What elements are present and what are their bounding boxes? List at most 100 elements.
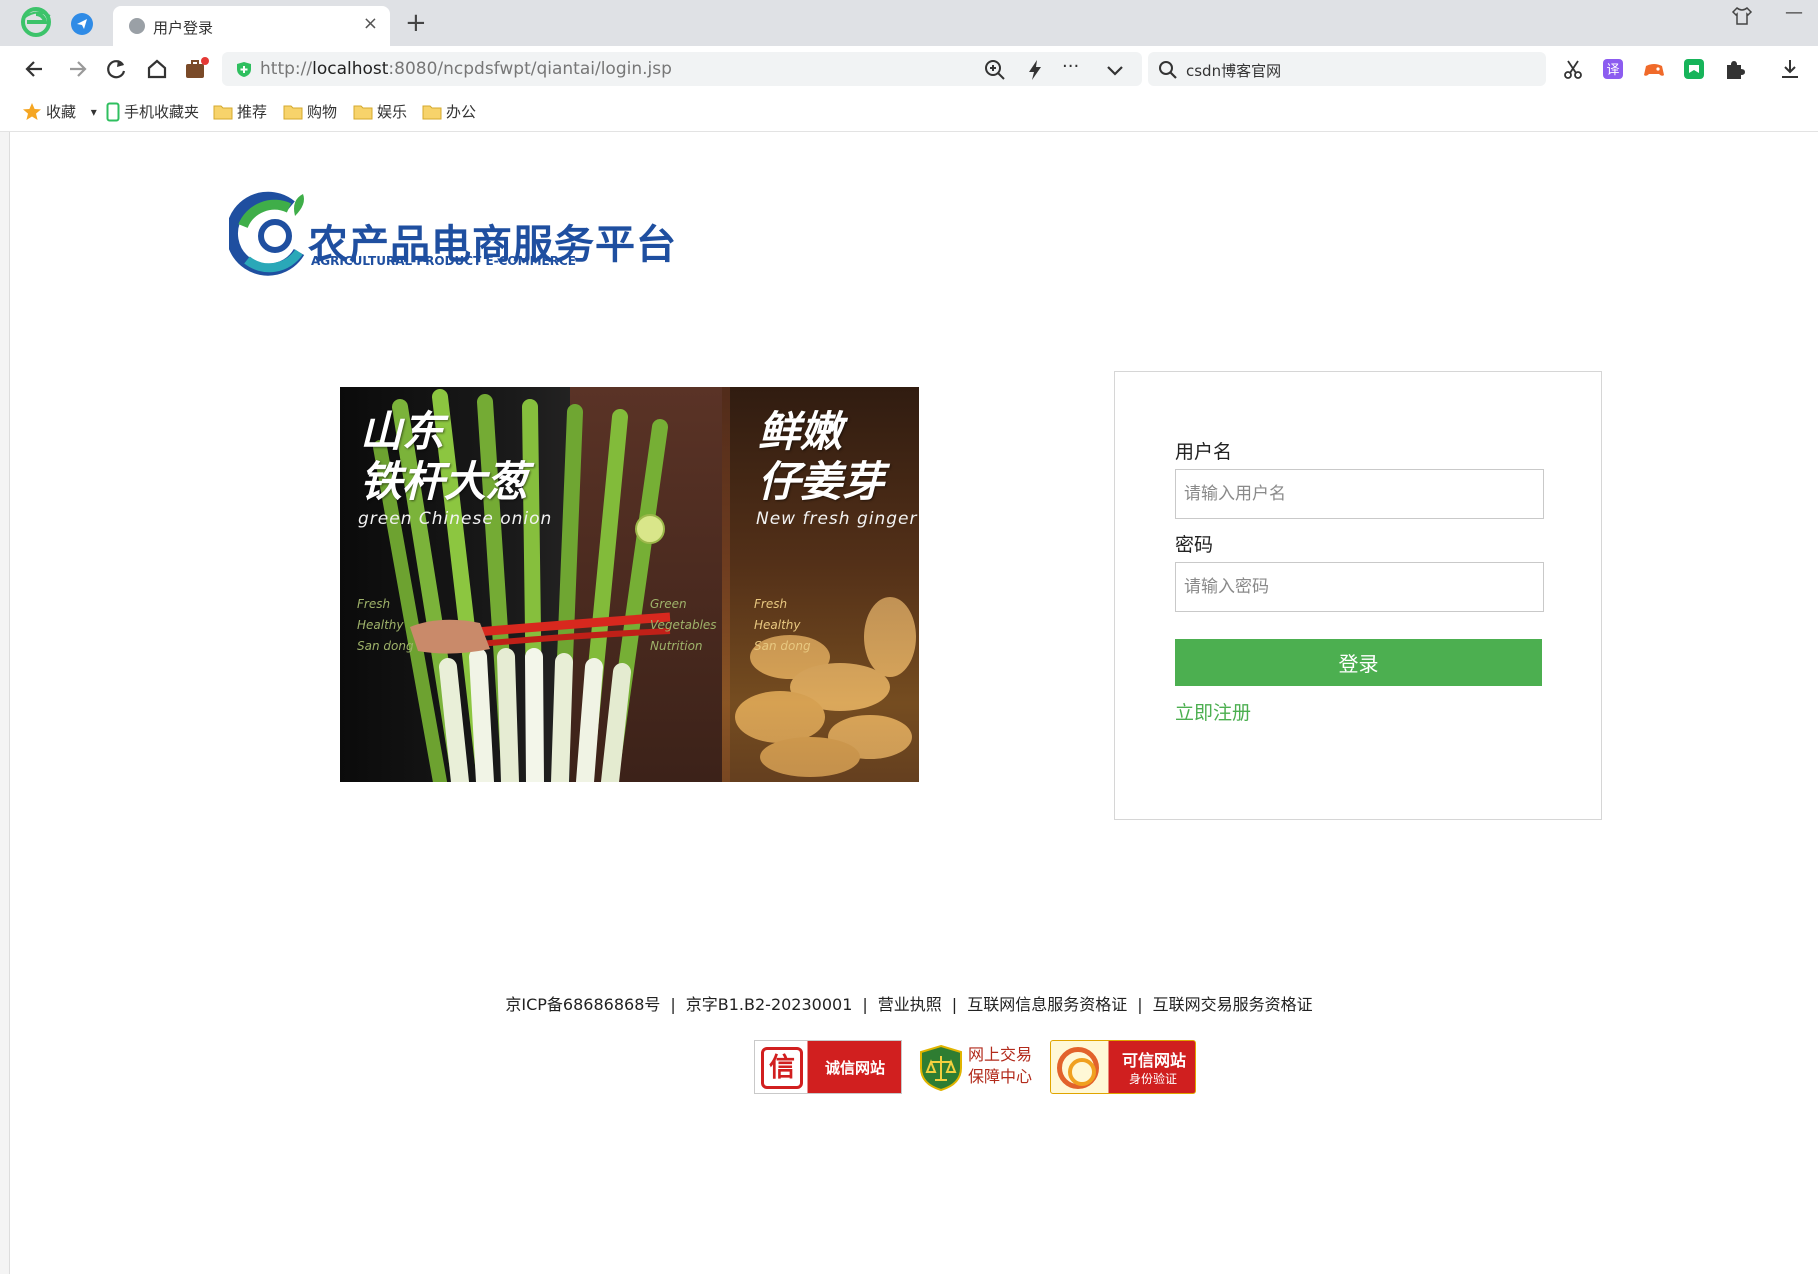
login-button[interactable]: 登录 <box>1175 639 1542 686</box>
url-text[interactable]: http://localhost:8080/ncpdsfwpt/qiantai/… <box>260 59 672 79</box>
bookmark-mobile[interactable]: 手机收藏夹 <box>106 101 199 123</box>
bookmark-recommend[interactable]: 推荐 <box>213 101 267 123</box>
send-icon[interactable] <box>71 13 93 35</box>
bookmark-favorites[interactable]: 收藏 ▾ <box>22 101 97 123</box>
bookmark-shopping[interactable]: 购物 <box>283 101 337 123</box>
footer-separator: | <box>862 995 868 1014</box>
url-host: localhost <box>312 59 389 79</box>
home-icon[interactable] <box>144 56 170 82</box>
folder-icon <box>283 105 303 119</box>
badge-line-1: 网上交易 <box>968 1045 1033 1064</box>
close-icon[interactable]: × <box>363 14 378 34</box>
footer-separator: | <box>1137 995 1143 1014</box>
security-shield-icon <box>237 62 251 77</box>
forward-arrow-icon[interactable] <box>64 56 90 82</box>
browser-toolbar: http://localhost:8080/ncpdsfwpt/qiantai/… <box>0 46 1818 92</box>
bookmark-label: 手机收藏夹 <box>124 103 200 121</box>
product-banner-image: 山东 铁杆大葱 green Chinese onion Fresh Health… <box>340 387 919 782</box>
download-icon[interactable] <box>1779 58 1801 80</box>
translate-icon[interactable]: 译 <box>1602 58 1624 80</box>
password-input[interactable] <box>1175 562 1544 612</box>
scissors-icon[interactable] <box>1562 58 1584 80</box>
address-bar[interactable]: http://localhost:8080/ncpdsfwpt/qiantai/… <box>222 52 1142 86</box>
caret-down-icon[interactable]: ▾ <box>91 105 97 119</box>
banner-tag: San dong <box>357 639 414 653</box>
banner-tag: Vegetables <box>650 618 717 632</box>
gamepad-icon[interactable] <box>1643 58 1665 80</box>
svg-text:译: 译 <box>1606 63 1619 78</box>
bookmark-label: 购物 <box>307 103 338 121</box>
banner-left-title-2: 铁杆大葱 <box>360 457 529 506</box>
url-path: :8080/ncpdsfwpt/qiantai/login.jsp <box>388 59 672 79</box>
url-protocol: http:// <box>260 59 313 79</box>
banner-right-title-2: 仔姜芽 <box>758 457 885 506</box>
site-logo[interactable]: 农产品电商服务平台 AGRICULTURAL PRODUCT E-COMMERC… <box>229 182 679 282</box>
banner-tag: San dong <box>754 639 811 653</box>
banner-left-subtitle: green Chinese onion <box>358 509 553 529</box>
footer-link-trade-service-cert[interactable]: 互联网交易服务资格证 <box>1153 995 1313 1014</box>
reader-icon[interactable] <box>1683 58 1705 80</box>
window-edge <box>0 132 10 1274</box>
trade-guarantee-badge[interactable]: 网上交易 保障中心 <box>918 1040 1038 1094</box>
puzzle-extension-icon[interactable] <box>1723 58 1745 80</box>
banner-tag: Healthy <box>754 618 801 632</box>
trusted-ring-icon <box>1057 1047 1099 1089</box>
bookmark-label: 收藏 <box>46 103 77 121</box>
banner-tag: Healthy <box>357 618 404 632</box>
bookmark-label: 办公 <box>446 103 477 121</box>
banner-right-tags: Fresh Healthy San dong <box>754 594 811 657</box>
badge-line-2: 保障中心 <box>968 1067 1033 1086</box>
bookmark-label: 推荐 <box>237 103 268 121</box>
footer-link-icp[interactable]: 京ICP备68686868号 <box>505 995 660 1014</box>
lightning-icon[interactable] <box>1023 58 1047 82</box>
integrity-site-badge[interactable]: 信 诚信网站 <box>754 1040 902 1094</box>
search-box[interactable]: csdn博客官网 <box>1148 52 1546 86</box>
search-icon <box>1159 61 1177 79</box>
badge-line-2: 身份验证 <box>1129 1072 1178 1086</box>
star-icon <box>23 102 41 120</box>
folder-icon <box>213 105 233 119</box>
banner-left-tags: Fresh Healthy San dong <box>357 594 414 657</box>
badge-text: 诚信网站 <box>825 1059 886 1077</box>
bookmark-entertainment[interactable]: 娱乐 <box>353 101 407 123</box>
register-link[interactable]: 立即注册 <box>1175 698 1251 725</box>
footer-link-info-service-cert[interactable]: 互联网信息服务资格证 <box>967 995 1127 1014</box>
footer-separator: | <box>670 995 676 1014</box>
new-tab-button[interactable]: + <box>405 10 427 36</box>
username-label: 用户名 <box>1175 441 1233 463</box>
banner-mid-tags: Green Vegetables Nutrition <box>650 594 717 657</box>
trusted-site-badge[interactable]: 可信网站 身份验证 <box>1050 1040 1196 1094</box>
banner-left-title-1: 山东 <box>360 407 445 456</box>
bookmark-label: 娱乐 <box>377 103 408 121</box>
folder-icon <box>422 105 442 119</box>
back-arrow-icon[interactable] <box>22 56 48 82</box>
browser-logo-icon[interactable] <box>20 6 52 38</box>
reload-icon[interactable] <box>104 56 130 82</box>
zoom-icon[interactable] <box>983 58 1007 82</box>
username-input[interactable] <box>1175 469 1544 519</box>
chevron-down-icon[interactable] <box>1103 58 1127 82</box>
minimize-button[interactable]: — <box>1785 2 1803 23</box>
leaf-logo-icon <box>229 191 305 276</box>
tab-login[interactable]: 用户登录 × <box>113 6 390 46</box>
briefcase-icon[interactable] <box>183 56 209 82</box>
bookmark-office[interactable]: 办公 <box>422 101 476 123</box>
search-text: csdn博客官网 <box>1186 62 1282 80</box>
bookmarks-bar: 收藏 ▾ 手机收藏夹 推荐 购物 娱乐 办公 <box>0 92 1818 132</box>
shirt-icon[interactable] <box>1731 6 1753 26</box>
tab-title: 用户登录 <box>153 19 214 37</box>
banner-tag: Green <box>650 597 687 611</box>
footer-link-license-b1b2[interactable]: 京字B1.B2-20230001 <box>686 995 853 1014</box>
password-label: 密码 <box>1175 534 1214 556</box>
trust-glyph-icon: 信 <box>761 1047 803 1089</box>
banner-right-title-1: 鲜嫩 <box>758 407 843 456</box>
badge-line-1: 可信网站 <box>1122 1051 1187 1070</box>
footer-link-business-license[interactable]: 营业执照 <box>878 995 942 1014</box>
footer-links: 京ICP备68686868号 | 京字B1.B2-20230001 | 营业执照 | 互联网… <box>0 991 1818 1015</box>
scales-shield-icon <box>920 1044 962 1092</box>
login-form: 用户名 密码 登录 立即注册 <box>1114 371 1602 820</box>
mobile-icon <box>106 102 120 121</box>
more-icon[interactable]: ··· <box>1062 56 1086 80</box>
banner-tag: Fresh <box>357 597 391 611</box>
folder-icon <box>353 105 373 119</box>
